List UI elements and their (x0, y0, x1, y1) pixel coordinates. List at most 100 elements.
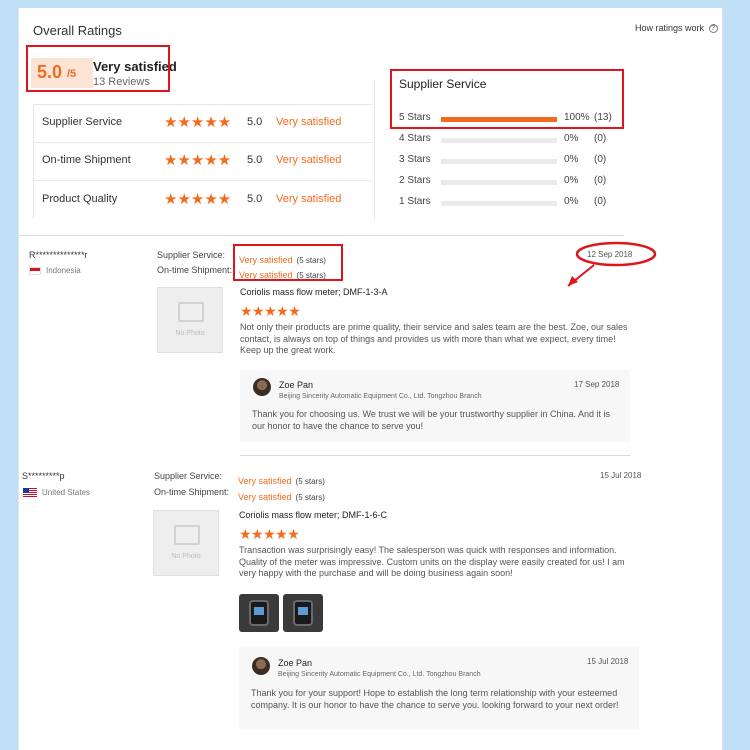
reply-author: Zoe Pan (279, 380, 314, 390)
category-score: 5.0 (247, 116, 263, 128)
bar-percent: 0% (564, 196, 579, 207)
bar-label: 3 Stars (399, 154, 431, 165)
rating-label: Very satisfied (238, 492, 292, 502)
reply-company: Beijing Sincerity Automatic Equipment Co… (278, 671, 481, 678)
review-text: Not only their products are prime qualit… (240, 322, 628, 355)
date-highlight-ellipse (575, 241, 657, 267)
bar-count: (0) (594, 133, 607, 144)
breakdown-row-4: 4 Stars 0% (0) (399, 133, 629, 147)
category-name: Supplier Service (42, 116, 123, 128)
product-name: Coriolis mass flow meter; DMF-1-3-A (240, 287, 388, 297)
image-placeholder-icon (178, 302, 204, 322)
divider (374, 80, 375, 220)
breakdown-row-1: 1 Stars 0% (0) (399, 196, 629, 210)
bar-track (441, 117, 557, 122)
product-photo-placeholder: No Photo (153, 510, 219, 576)
divider (33, 142, 373, 143)
review-stars: ★★★★★ (239, 526, 300, 542)
reply-text: Thank you for your support! Hope to esta… (251, 688, 619, 710)
how-ratings-work-link[interactable]: How ratings work ? (635, 23, 718, 34)
category-label: Very satisfied (276, 193, 342, 205)
product-name: Coriolis mass flow meter; DMF-1-6-C (239, 510, 388, 520)
help-icon[interactable]: ? (708, 24, 718, 34)
category-name: On-time Shipment (42, 154, 131, 166)
review-photo-thumbnail[interactable] (239, 594, 279, 632)
divider (33, 180, 373, 181)
product-photo-placeholder: No Photo (157, 287, 223, 353)
reviewer-country: United States (23, 488, 91, 498)
category-label: Very satisfied (276, 116, 342, 128)
category-row-quality: Product Quality ★★★★★ 5.0 Very satisfied (42, 185, 372, 215)
breakdown-row-2: 2 Stars 0% (0) (399, 175, 629, 189)
supplier-reply: Zoe Pan Beijing Sincerity Automatic Equi… (240, 370, 630, 442)
bar-percent: 100% (564, 112, 590, 123)
reviewer-country: Indonesia (29, 266, 81, 275)
review-date: 15 Jul 2018 (600, 471, 642, 480)
bar-label: 4 Stars (399, 133, 431, 144)
bar-fill (441, 117, 557, 122)
category-name: Product Quality (42, 193, 118, 205)
bar-track (441, 159, 557, 164)
breakdown-row-5: 5 Stars 100% (13) (399, 112, 629, 126)
supplier-service-label: Supplier Service: (154, 471, 223, 481)
reviewer-name: R**************r (29, 250, 88, 260)
bar-percent: 0% (564, 154, 579, 165)
highlight-overall (26, 45, 170, 92)
category-stars: ★★★★★ (164, 114, 232, 131)
bar-count: (0) (594, 196, 607, 207)
bar-count: (13) (594, 112, 612, 123)
us-flag-icon (23, 488, 37, 498)
avatar (252, 657, 270, 675)
divider (33, 104, 373, 105)
review-divider (240, 455, 631, 456)
no-photo-label: No Photo (175, 330, 205, 337)
category-score: 5.0 (247, 154, 263, 166)
category-stars: ★★★★★ (164, 191, 232, 208)
rating-label: Very satisfied (238, 476, 292, 486)
category-stars: ★★★★★ (164, 152, 232, 169)
indonesia-flag-icon (29, 266, 41, 275)
date-highlight-annotation (567, 241, 657, 287)
review-photo-thumbnail[interactable] (283, 594, 323, 632)
reply-date: 15 Jul 2018 (587, 657, 629, 666)
no-photo-label: No Photo (171, 553, 201, 560)
bar-percent: 0% (564, 175, 579, 186)
image-placeholder-icon (174, 525, 200, 545)
bar-count: (0) (594, 154, 607, 165)
reply-author: Zoe Pan (278, 658, 313, 668)
bar-label: 1 Stars (399, 196, 431, 207)
meter-screen (298, 607, 308, 615)
arrow-head (568, 276, 578, 286)
bar-label: 5 Stars (399, 112, 431, 123)
review-text: Transaction was surprisingly easy! The s… (239, 545, 625, 578)
section-divider (19, 235, 624, 236)
category-row-supplier: Supplier Service ★★★★★ 5.0 Very satisfie… (42, 108, 372, 138)
rating-note: (5 stars) (295, 477, 325, 486)
bar-track (441, 180, 557, 185)
bar-percent: 0% (564, 133, 579, 144)
supplier-service-label: Supplier Service: (157, 250, 226, 260)
page-title: Overall Ratings (33, 23, 122, 38)
how-ratings-work-label: How ratings work (635, 23, 705, 33)
shipment-rating: Very satisfied (5 stars) (238, 487, 325, 505)
bar-track (441, 138, 557, 143)
category-score: 5.0 (247, 193, 263, 205)
reply-date: 17 Sep 2018 (574, 380, 620, 389)
reply-text: Thank you for choosing us. We trust we w… (252, 409, 610, 431)
highlight-review-ratings (233, 244, 343, 281)
divider (33, 104, 34, 218)
breakdown-row-3: 3 Stars 0% (0) (399, 154, 629, 168)
reply-company: Beijing Sincerity Automatic Equipment Co… (279, 393, 482, 400)
shipment-label: On-time Shipment: (154, 487, 230, 497)
bar-track (441, 201, 557, 206)
rating-note: (5 stars) (295, 493, 325, 502)
avatar (253, 378, 271, 396)
bar-label: 2 Stars (399, 175, 431, 186)
category-label: Very satisfied (276, 154, 342, 166)
country-name: United States (42, 488, 91, 497)
shipment-label: On-time Shipment: (157, 265, 233, 275)
ratings-panel: Overall Ratings How ratings work ? 5.0 /… (18, 8, 723, 750)
category-row-shipment: On-time Shipment ★★★★★ 5.0 Very satisfie… (42, 146, 372, 176)
country-name: Indonesia (46, 266, 81, 275)
reviewer-name: S*********p (22, 471, 65, 481)
